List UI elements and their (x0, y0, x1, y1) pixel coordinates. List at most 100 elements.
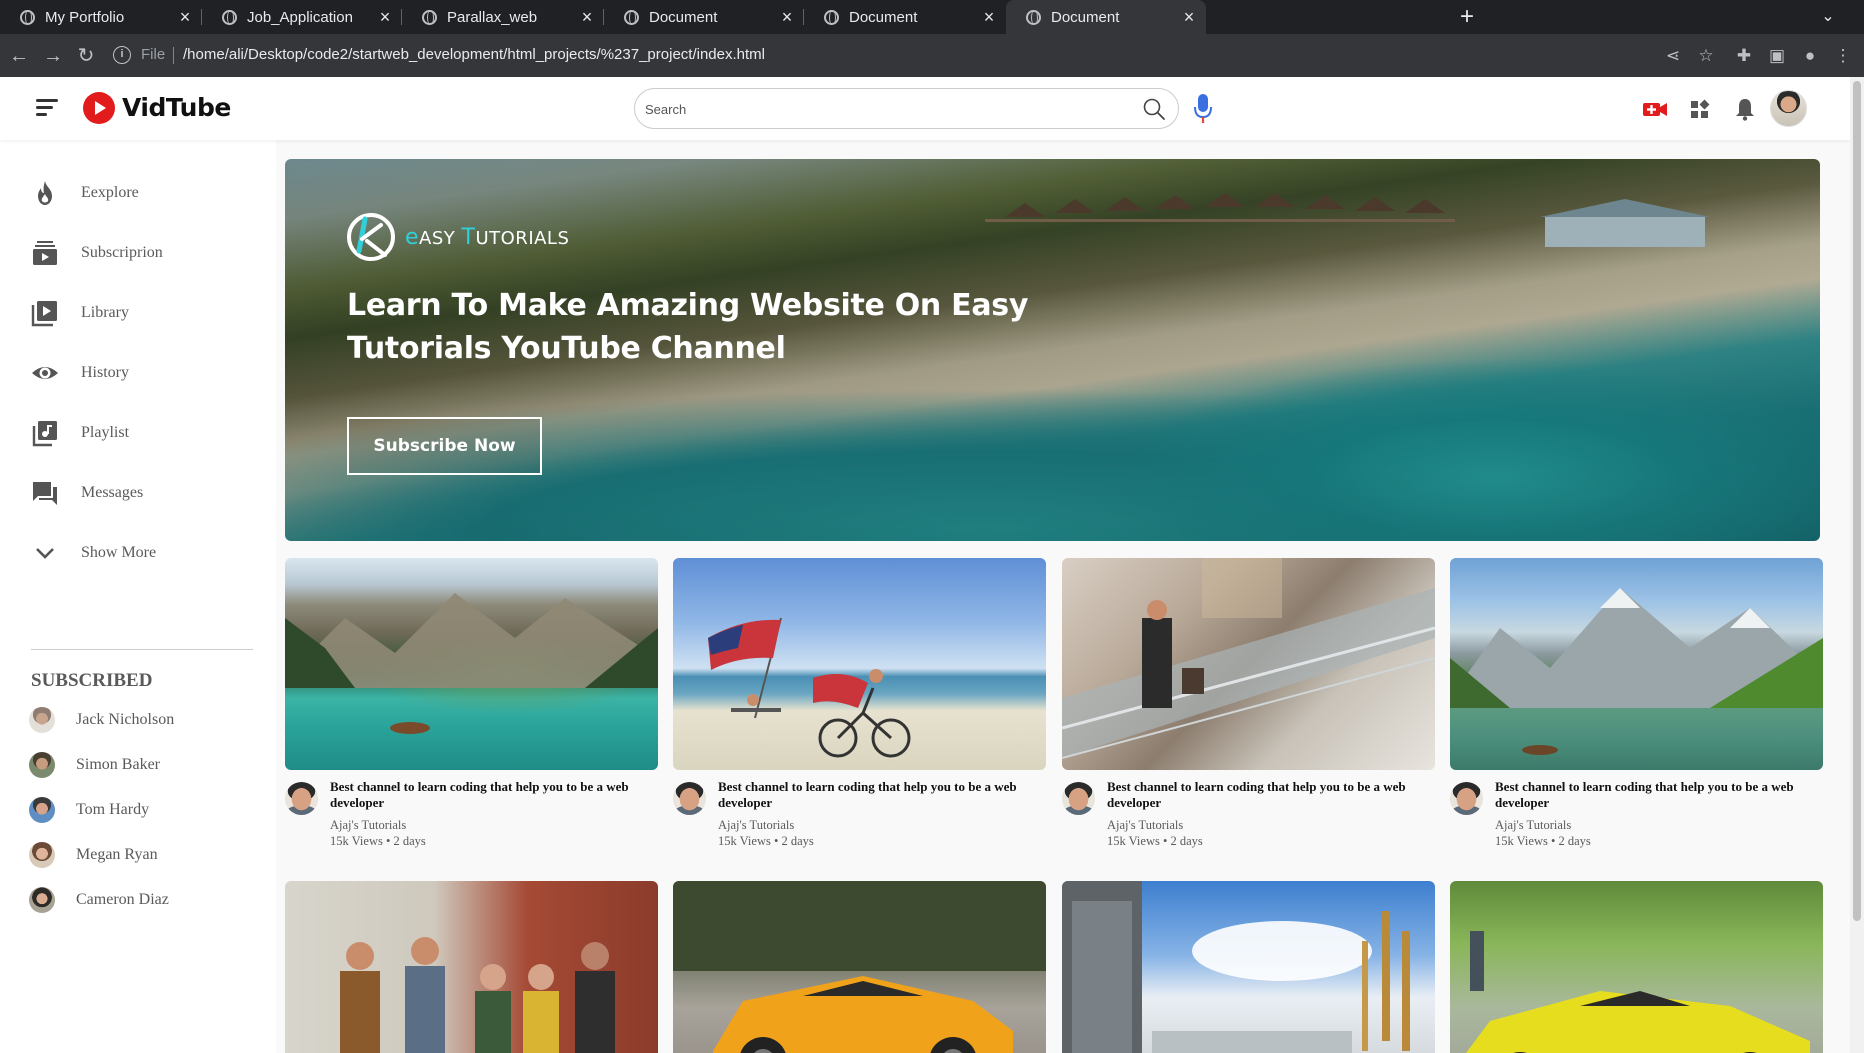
video-thumbnail[interactable] (1062, 881, 1435, 1053)
browser-tab[interactable]: My Portfolio × (0, 0, 202, 34)
sidebar-item-playlist[interactable]: Playlist (30, 413, 129, 453)
sidebar-item-library[interactable]: Library (30, 293, 129, 333)
messages-icon (33, 482, 57, 505)
channel-avatar[interactable] (285, 782, 318, 815)
upload-video-icon[interactable] (1641, 95, 1669, 123)
brand-text: ASY (419, 228, 462, 249)
video-card[interactable] (1062, 881, 1435, 1053)
tab-search-chevron-icon[interactable]: ⌄ (1815, 4, 1841, 30)
browser-toolbar: ← → ↻ i File /home/ali/Desktop/code2/sta… (0, 34, 1864, 77)
share-icon[interactable]: ⋖ (1660, 43, 1686, 69)
subscription-item[interactable]: Jack Nicholson (29, 705, 174, 735)
apps-grid-icon[interactable] (1686, 95, 1714, 123)
sidebar-divider (31, 649, 253, 650)
microphone-icon[interactable] (1192, 92, 1214, 126)
channel-name[interactable]: Ajaj's Tutorials (718, 818, 794, 833)
video-thumbnail[interactable] (673, 881, 1046, 1053)
browser-tab[interactable]: Document × (604, 0, 804, 34)
page-viewport: VidTube Search Eexplore Subscriprion Lib… (0, 77, 1850, 1053)
close-icon[interactable]: × (174, 7, 196, 28)
video-title[interactable]: Best channel to learn coding that help y… (330, 779, 650, 811)
subscribe-now-button[interactable]: Subscribe Now (347, 417, 542, 475)
video-thumbnail[interactable] (1062, 558, 1435, 770)
channel-avatar[interactable] (1450, 782, 1483, 815)
modern-buildings-illustration (1062, 881, 1410, 1053)
reload-icon[interactable]: ↻ (71, 41, 101, 71)
channel-avatar[interactable] (673, 782, 706, 815)
scrollbar-thumb[interactable] (1853, 81, 1861, 921)
channel-name[interactable]: Ajaj's Tutorials (1107, 818, 1183, 833)
bookmark-star-icon[interactable]: ☆ (1693, 43, 1719, 69)
video-title[interactable]: Best channel to learn coding that help y… (718, 779, 1038, 811)
side-panel-icon[interactable]: ▣ (1764, 43, 1790, 69)
back-arrow-icon[interactable]: ← (4, 41, 34, 71)
browser-tab-active[interactable]: Document × (1006, 0, 1206, 34)
banner-heading: Learn To Make Amazing Website On Easy Tu… (347, 288, 1029, 366)
video-title[interactable]: Best channel to learn coding that help y… (1495, 779, 1815, 811)
video-thumbnail[interactable] (285, 558, 658, 770)
subscribed-heading: SUBSCRIBED (31, 670, 153, 691)
sidebar-item-label: Playlist (81, 424, 130, 441)
close-icon[interactable]: × (978, 7, 1000, 28)
close-icon[interactable]: × (576, 7, 598, 28)
sidebar-item-messages[interactable]: Messages (30, 473, 143, 513)
subscription-item[interactable]: Simon Baker (29, 750, 160, 780)
page-scrollbar[interactable] (1850, 77, 1864, 1053)
user-avatar[interactable] (1770, 90, 1807, 127)
mountains-illustration (285, 593, 658, 734)
sidebar-item-history[interactable]: History (30, 353, 129, 393)
channel-name[interactable]: Ajaj's Tutorials (330, 818, 406, 833)
sidebar-item-explore[interactable]: Eexplore (30, 173, 139, 213)
tab-title: My Portfolio (45, 8, 125, 26)
close-icon[interactable]: × (1178, 7, 1200, 28)
hero-banner: eASY TUTORIALS Learn To Make Amazing Web… (285, 159, 1820, 541)
globe-icon (624, 9, 639, 25)
browser-tab[interactable]: Document × (804, 0, 1006, 34)
forward-arrow-icon[interactable]: → (38, 41, 68, 71)
video-card[interactable]: Best channel to learn coding that help y… (1062, 558, 1435, 849)
video-thumbnail[interactable] (1450, 881, 1823, 1053)
video-thumbnail[interactable] (1450, 558, 1823, 770)
search-icon[interactable] (1142, 97, 1166, 121)
search-box (634, 88, 1179, 129)
avatar (29, 797, 55, 823)
profile-icon[interactable]: ● (1797, 43, 1823, 69)
video-card[interactable]: Best channel to learn coding that help y… (673, 558, 1046, 849)
video-card[interactable] (673, 881, 1046, 1053)
subscription-item[interactable]: Tom Hardy (29, 795, 149, 825)
sidebar: Eexplore Subscriprion Library History Pl… (0, 140, 276, 1053)
browser-tab[interactable]: Job_Application × (202, 0, 402, 34)
channel-name[interactable]: Ajaj's Tutorials (1495, 818, 1571, 833)
video-card[interactable] (285, 881, 658, 1053)
address-bar-url[interactable]: /home/ali/Desktop/code2/startweb_develop… (183, 46, 765, 63)
notification-bell-icon[interactable] (1731, 95, 1759, 123)
kebab-menu-icon[interactable]: ⋮ (1830, 43, 1856, 69)
video-meta: 15k Views • 2 days (330, 834, 426, 848)
sidebar-item-subscription[interactable]: Subscriprion (30, 233, 163, 273)
play-logo-icon[interactable] (83, 92, 115, 124)
search-input[interactable] (645, 97, 1105, 121)
subscription-item[interactable]: Megan Ryan (29, 840, 158, 870)
sidebar-item-show-more[interactable]: Show More (30, 533, 156, 573)
video-card[interactable]: Best channel to learn coding that help y… (285, 558, 658, 849)
site-info-icon[interactable]: i (113, 46, 131, 64)
video-info: Best channel to learn coding that help y… (285, 779, 658, 849)
close-icon[interactable]: × (776, 7, 798, 28)
site-logo-text[interactable]: VidTube (122, 93, 231, 122)
globe-icon (1026, 9, 1041, 25)
avatar (29, 887, 55, 913)
video-thumbnail[interactable] (285, 881, 658, 1053)
video-card[interactable]: Best channel to learn coding that help y… (1450, 558, 1823, 849)
channel-avatar[interactable] (1062, 782, 1095, 815)
extensions-puzzle-icon[interactable]: ✚ (1731, 43, 1757, 69)
subscription-item[interactable]: Cameron Diaz (29, 885, 169, 915)
video-title[interactable]: Best channel to learn coding that help y… (1107, 779, 1427, 811)
video-thumbnail[interactable] (673, 558, 1046, 770)
close-icon[interactable]: × (374, 7, 396, 28)
new-tab-button[interactable]: + (1452, 2, 1482, 32)
browser-tab[interactable]: Parallax_web × (402, 0, 604, 34)
hamburger-menu-icon[interactable] (36, 99, 58, 117)
friends-walking-illustration (340, 937, 615, 1053)
subscription-name: Cameron Diaz (76, 891, 169, 908)
video-card[interactable] (1450, 881, 1823, 1053)
